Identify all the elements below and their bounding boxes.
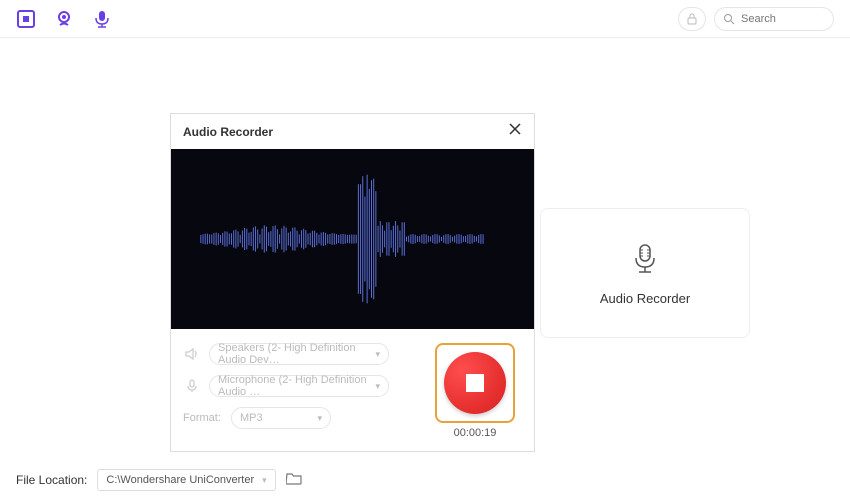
- audio-recorder-card[interactable]: Audio Recorder: [540, 208, 750, 338]
- audio-recorder-icon[interactable]: [92, 9, 112, 29]
- chevron-down-icon: ▾: [317, 413, 322, 424]
- lock-button[interactable]: [678, 7, 706, 31]
- chevron-down-icon: ▾: [375, 381, 380, 392]
- search-icon: [723, 13, 735, 25]
- stop-record-button[interactable]: [435, 343, 515, 423]
- recording-timer: 00:00:19: [454, 427, 497, 439]
- waveform-display: [171, 149, 534, 329]
- format-select[interactable]: MP3 ▾: [231, 407, 331, 429]
- microphone-device-select[interactable]: Microphone (2- High Definition Audio … ▾: [209, 375, 389, 397]
- format-value: MP3: [240, 412, 263, 424]
- file-location-path: C:\Wondershare UniConverter: [106, 474, 254, 486]
- mic-icon: [183, 378, 201, 394]
- screen-recorder-icon[interactable]: [16, 9, 36, 29]
- microphone-device-value: Microphone (2- High Definition Audio …: [218, 374, 375, 398]
- stop-icon: [466, 374, 484, 392]
- search-input[interactable]: [741, 13, 821, 25]
- webcam-recorder-icon[interactable]: [54, 9, 74, 29]
- speaker-device-select[interactable]: Speakers (2- High Definition Audio Dev… …: [209, 343, 389, 365]
- speaker-icon: [183, 346, 201, 362]
- search-box[interactable]: [714, 7, 834, 31]
- chevron-down-icon: ▾: [375, 349, 380, 360]
- format-label: Format:: [183, 412, 223, 424]
- open-folder-button[interactable]: [286, 471, 302, 490]
- audio-recorder-modal: Audio Recorder Speakers (2- High Definit…: [170, 113, 535, 452]
- modal-title: Audio Recorder: [183, 125, 273, 139]
- close-button[interactable]: [508, 122, 522, 141]
- footer-bar: File Location: C:\Wondershare UniConvert…: [0, 460, 850, 500]
- speaker-device-value: Speakers (2- High Definition Audio Dev…: [218, 342, 375, 366]
- top-bar: [0, 0, 850, 38]
- card-label: Audio Recorder: [600, 291, 690, 306]
- close-icon: [508, 122, 522, 136]
- folder-icon: [286, 471, 302, 485]
- file-location-label: File Location:: [16, 473, 87, 487]
- file-location-select[interactable]: C:\Wondershare UniConverter ▾: [97, 469, 275, 491]
- main-area: Audio Recorder Audio Recorder Speakers (…: [0, 38, 850, 460]
- microphone-icon: [627, 241, 663, 277]
- chevron-down-icon: ▾: [262, 475, 267, 486]
